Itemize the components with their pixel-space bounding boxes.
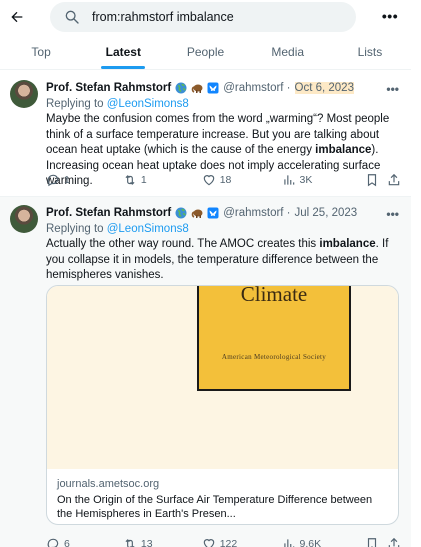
tab-people[interactable]: People: [164, 36, 246, 69]
arrow-left-icon: [11, 11, 23, 23]
tweet-actions: 6 13 122 9.6K: [46, 537, 401, 547]
retweet-count: 1: [140, 174, 147, 186]
heart-icon: [203, 539, 214, 547]
mention-link[interactable]: @LeonSimons8: [107, 223, 189, 235]
replying-to: Replying to @LeonSimons8: [46, 223, 401, 235]
link-preview-card[interactable]: Climate American Meteorological Society …: [46, 285, 399, 525]
search-icon: [65, 10, 79, 24]
avatar[interactable]: [10, 80, 38, 108]
mention-link[interactable]: @LeonSimons8: [107, 98, 189, 110]
views-count: 9.6K: [299, 538, 322, 547]
replying-to: Replying to @LeonSimons8: [46, 98, 401, 110]
bookmark-icon: [368, 538, 377, 547]
views-button[interactable]: 3K: [282, 173, 366, 187]
retweet-icon: [125, 539, 135, 547]
tweet-more-icon[interactable]: •••: [386, 207, 399, 221]
tweet-text: Actually the other way round. The AMOC c…: [46, 237, 401, 284]
tweet-date[interactable]: Oct 6, 2023: [294, 82, 354, 94]
card-body: journals.ametsoc.org On the Origin of th…: [57, 478, 388, 521]
reply-count: 6: [64, 538, 70, 547]
analytics-icon: [283, 175, 294, 185]
reply-button[interactable]: 1: [46, 173, 123, 187]
cover-subtitle: American Meteorological Society: [221, 353, 327, 361]
views-button[interactable]: 9.6K: [282, 537, 366, 547]
views-count: 3K: [299, 174, 313, 186]
reply-count: 1: [64, 174, 70, 186]
search-box[interactable]: [50, 2, 356, 32]
journal-cover: Climate American Meteorological Society: [197, 285, 351, 391]
tweet-content: Prof. Stefan Rahmstorf @rahmstorf · Jul …: [46, 205, 401, 284]
tab-media[interactable]: Media: [247, 36, 329, 69]
keyword-highlight: imbalance: [315, 144, 372, 156]
tab-latest[interactable]: Latest: [82, 36, 164, 69]
share-icon: [388, 173, 400, 186]
bookmark-button[interactable]: [365, 173, 387, 187]
share-button[interactable]: [387, 173, 401, 187]
reply-icon: [47, 538, 59, 547]
card-image: Climate American Meteorological Society: [47, 285, 398, 469]
replying-prefix: Replying to: [46, 223, 107, 235]
heart-icon: [203, 175, 214, 186]
tab-lists[interactable]: Lists: [329, 36, 411, 69]
reply-button[interactable]: 6: [46, 537, 123, 547]
author-handle[interactable]: @rahmstorf ·: [223, 82, 290, 94]
keyword-highlight: imbalance: [319, 238, 376, 250]
search-input[interactable]: [92, 10, 332, 24]
tweet-more-icon[interactable]: •••: [386, 82, 399, 96]
replying-prefix: Replying to: [46, 98, 107, 110]
analytics-icon: [283, 539, 294, 547]
bluesky-butterfly-icon: [207, 207, 219, 219]
bluesky-butterfly-icon: [207, 82, 219, 94]
retweet-icon: [125, 175, 135, 185]
share-icon: [388, 537, 400, 547]
cover-title: Climate: [240, 285, 308, 306]
tweet-header: Prof. Stefan Rahmstorf @rahmstorf · Jul …: [46, 205, 401, 221]
share-button[interactable]: [387, 537, 401, 547]
like-button[interactable]: 18: [202, 173, 282, 187]
mammoth-emoji-icon: [191, 209, 203, 218]
mammoth-emoji-icon: [191, 84, 203, 93]
tweet-date[interactable]: Jul 25, 2023: [295, 207, 358, 219]
search-tabs: Top Latest People Media Lists: [0, 36, 411, 70]
like-count: 18: [219, 174, 232, 186]
tweet-header: Prof. Stefan Rahmstorf @rahmstorf · Oct …: [46, 80, 401, 96]
globe-emoji-icon: [175, 207, 187, 219]
card-title: On the Origin of the Surface Air Tempera…: [57, 494, 373, 520]
tweet-actions: 1 1 18 3K: [46, 173, 401, 187]
tweet[interactable]: Prof. Stefan Rahmstorf @rahmstorf · Jul …: [0, 197, 411, 547]
globe-emoji-icon: [175, 82, 187, 94]
more-options-button[interactable]: •••: [378, 6, 402, 26]
author-name[interactable]: Prof. Stefan Rahmstorf: [46, 82, 171, 94]
author-name[interactable]: Prof. Stefan Rahmstorf: [46, 207, 171, 219]
more-icon: •••: [381, 8, 399, 24]
bookmark-button[interactable]: [365, 537, 387, 547]
tab-top[interactable]: Top: [0, 36, 82, 69]
text-segment: Actually the other way round. The AMOC c…: [46, 238, 320, 250]
avatar[interactable]: [10, 205, 38, 233]
bookmark-icon: [368, 174, 377, 187]
card-domain: journals.ametsoc.org: [57, 478, 160, 490]
retweet-count: 13: [140, 538, 153, 547]
reply-icon: [47, 174, 59, 187]
tweet[interactable]: Prof. Stefan Rahmstorf @rahmstorf · Oct …: [0, 72, 411, 197]
top-bar: •••: [0, 0, 421, 34]
retweet-button[interactable]: 1: [123, 173, 202, 187]
back-button[interactable]: [6, 6, 28, 28]
retweet-button[interactable]: 13: [123, 537, 202, 547]
like-button[interactable]: 122: [202, 537, 282, 547]
like-count: 122: [219, 538, 238, 547]
author-handle[interactable]: @rahmstorf ·: [223, 207, 290, 219]
